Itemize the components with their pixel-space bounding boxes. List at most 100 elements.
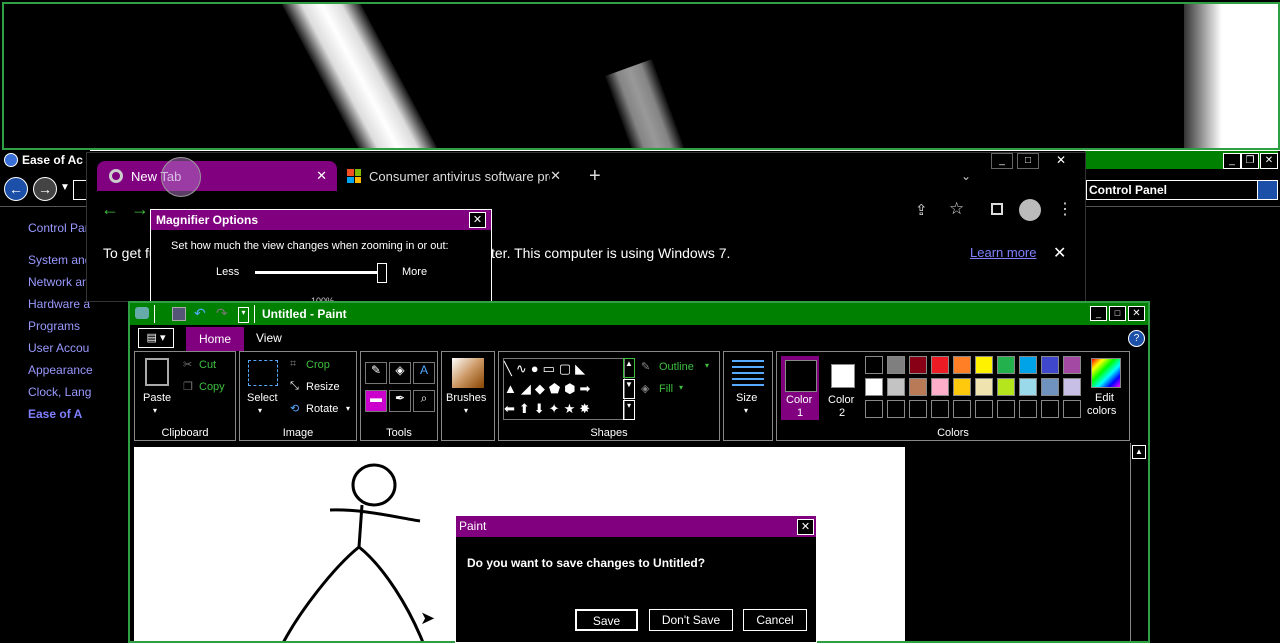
cp-nav-item[interactable]: Network an: [28, 275, 89, 289]
resize-icon[interactable]: ⤡: [290, 380, 299, 393]
magnifier-icon[interactable]: ⌕: [413, 390, 435, 412]
color-picker-icon[interactable]: ✒: [389, 390, 411, 412]
tab-search-icon[interactable]: ⌄: [961, 169, 971, 183]
cp-nav-item-current[interactable]: Ease of A: [28, 407, 82, 421]
edit-colors-icon[interactable]: [1091, 358, 1121, 388]
star-icon[interactable]: ☆: [949, 199, 964, 219]
scroll-down-icon[interactable]: ▼: [623, 379, 635, 399]
edit-colors-label[interactable]: colors: [1087, 405, 1116, 417]
color-swatch[interactable]: [953, 356, 971, 374]
color-swatch[interactable]: [997, 356, 1015, 374]
chevron-down-icon[interactable]: ▾: [679, 383, 683, 392]
save-icon[interactable]: [172, 307, 186, 321]
address-bar[interactable]: [73, 180, 87, 200]
tab-home[interactable]: Home: [186, 327, 244, 351]
fill-button[interactable]: Fill: [659, 383, 673, 395]
customize-toolbar-icon[interactable]: ▾: [238, 307, 249, 323]
color-swatch[interactable]: [997, 400, 1015, 418]
outline-button[interactable]: Outline: [659, 361, 694, 373]
zoom-slider-thumb[interactable]: [377, 263, 388, 283]
close-button[interactable]: ✕: [1128, 306, 1145, 321]
size-icon[interactable]: [732, 360, 764, 386]
paste-button[interactable]: Paste: [143, 392, 171, 404]
cp-nav-item[interactable]: Hardware a: [28, 297, 90, 311]
chevron-down-icon[interactable]: ▼: [60, 182, 70, 193]
color-swatch[interactable]: [865, 400, 883, 418]
close-button[interactable]: ✕: [797, 519, 814, 535]
chevron-down-icon[interactable]: ▾: [258, 406, 262, 415]
cut-icon[interactable]: ✂: [183, 358, 192, 371]
zoom-slider-track[interactable]: [255, 271, 385, 274]
brushes-button[interactable]: Brushes: [446, 392, 486, 404]
color-swatch[interactable]: [1019, 400, 1037, 418]
minimize-button[interactable]: _: [1090, 306, 1107, 321]
back-icon[interactable]: ←: [4, 177, 28, 201]
cp-close-button[interactable]: ✕: [1260, 153, 1278, 169]
size-button[interactable]: Size: [736, 392, 757, 404]
color-swatch[interactable]: [909, 356, 927, 374]
crop-button[interactable]: Crop: [306, 359, 330, 371]
color-swatch[interactable]: [1041, 356, 1059, 374]
cp-nav-item[interactable]: User Accou: [28, 341, 89, 355]
maximize-button[interactable]: □: [1017, 153, 1039, 169]
paint-menu-button[interactable]: ▤ ▾: [138, 328, 174, 348]
vertical-scrollbar[interactable]: ▲: [1130, 443, 1147, 641]
color-swatch[interactable]: [931, 400, 949, 418]
cp-nav-item[interactable]: Clock, Lang: [28, 385, 91, 399]
chevron-down-icon[interactable]: ▾: [705, 361, 709, 370]
paint-app-icon[interactable]: [135, 307, 149, 319]
close-window-button[interactable]: ✕: [1049, 153, 1073, 167]
undo-icon[interactable]: ↶: [194, 305, 206, 322]
maximize-button[interactable]: □: [1109, 306, 1126, 321]
more-menu-icon[interactable]: ⋮: [1057, 199, 1073, 219]
cp-minimize-button[interactable]: _: [1223, 153, 1241, 169]
scroll-up-icon[interactable]: ▲: [1132, 445, 1146, 459]
chevron-down-icon[interactable]: ▾: [464, 406, 468, 415]
color1-swatch[interactable]: [785, 360, 817, 392]
cp-nav-item[interactable]: Appearance: [28, 363, 93, 377]
select-icon[interactable]: [248, 360, 278, 386]
expand-icon[interactable]: ▾: [623, 400, 635, 420]
help-icon[interactable]: ?: [1128, 330, 1145, 347]
shapes-gallery[interactable]: ╲∿●▭▢◣ ▲◢◆⬟⬢➡ ⬅⬆⬇✦★✸: [503, 358, 625, 420]
resize-button[interactable]: Resize: [306, 381, 340, 393]
cut-button[interactable]: Cut: [199, 359, 216, 371]
edit-colors-label[interactable]: Edit: [1095, 392, 1114, 404]
color-swatch[interactable]: [1019, 378, 1037, 396]
save-button[interactable]: Save: [575, 609, 638, 631]
dont-save-button[interactable]: Don't Save: [649, 609, 733, 631]
color-swatch[interactable]: [1019, 356, 1037, 374]
copy-icon[interactable]: ❐: [183, 380, 193, 393]
pencil-icon[interactable]: ✎: [365, 362, 387, 384]
color-swatch[interactable]: [887, 400, 905, 418]
tab-new-tab[interactable]: New Tab ✕: [97, 161, 337, 191]
color-swatch[interactable]: [909, 400, 927, 418]
color-swatch[interactable]: [909, 378, 927, 396]
copy-button[interactable]: Copy: [199, 381, 225, 393]
color-swatch[interactable]: [865, 378, 883, 396]
crop-icon[interactable]: ⌗: [290, 358, 296, 371]
chevron-down-icon[interactable]: ▾: [153, 406, 157, 415]
learn-more-link[interactable]: Learn more: [970, 245, 1036, 260]
tab-view[interactable]: View: [256, 331, 282, 345]
rotate-button[interactable]: Rotate: [306, 403, 338, 415]
close-icon[interactable]: ✕: [316, 168, 327, 184]
close-icon[interactable]: ✕: [550, 168, 561, 184]
paste-icon[interactable]: [145, 358, 169, 386]
brushes-icon[interactable]: [452, 358, 484, 388]
color-swatch[interactable]: [997, 378, 1015, 396]
share-icon[interactable]: ⇪: [915, 201, 928, 219]
color-swatch[interactable]: [975, 356, 993, 374]
back-arrow-icon[interactable]: ←: [101, 199, 119, 220]
color-swatch[interactable]: [931, 378, 949, 396]
forward-arrow-icon[interactable]: →: [131, 199, 149, 220]
color-swatch[interactable]: [975, 378, 993, 396]
color-swatch[interactable]: [975, 400, 993, 418]
cp-restore-button[interactable]: ❐: [1241, 153, 1259, 169]
color-swatch[interactable]: [931, 356, 949, 374]
forward-icon[interactable]: →: [33, 177, 57, 201]
color-swatch[interactable]: [953, 378, 971, 396]
cp-nav-item[interactable]: System and: [28, 253, 91, 267]
close-button[interactable]: ✕: [469, 212, 486, 228]
color-swatch[interactable]: [865, 356, 883, 374]
